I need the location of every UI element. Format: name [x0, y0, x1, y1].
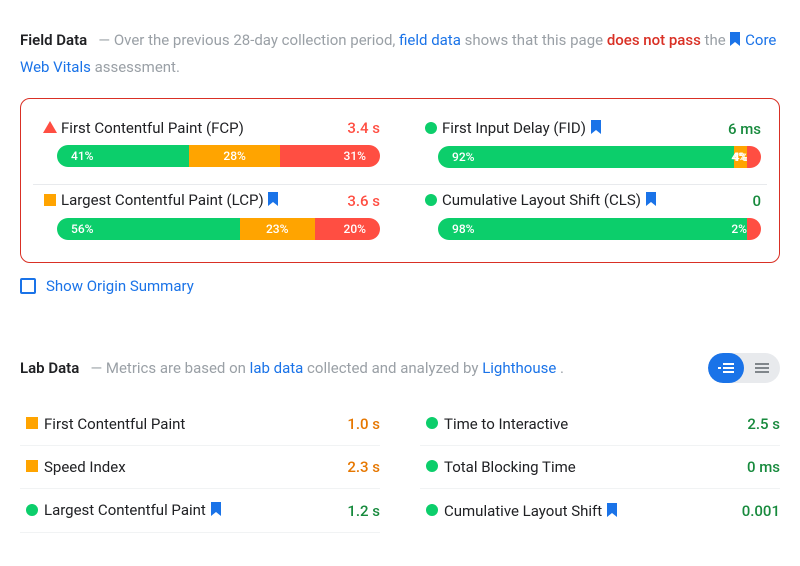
field-metric-name: First Contentful Paint (FCP): [61, 119, 347, 137]
bookmark-icon: [267, 192, 279, 210]
field-data-title: Field Data: [20, 31, 87, 49]
dist-good: 56%: [57, 218, 240, 240]
lab-metric: Time to Interactive2.5 s: [420, 403, 780, 446]
lab-metric: First Contentful Paint1.0 s: [20, 403, 380, 446]
square-orange-icon: [44, 194, 56, 206]
show-origin-summary[interactable]: Show Origin Summary: [20, 277, 780, 295]
lab-metric: Cumulative Layout Shift 0.001: [420, 489, 780, 533]
dist-poor: 2%: [747, 218, 761, 240]
circle-green-icon: [426, 504, 438, 516]
square-orange-icon: [26, 460, 38, 472]
view-detail-icon[interactable]: [708, 353, 744, 383]
field-metric-value: 0: [752, 192, 761, 210]
circle-green-icon: [425, 194, 437, 206]
lab-metric-value: 0.001: [742, 502, 780, 520]
field-metric: Cumulative Layout Shift (CLS) 0 98%2%: [420, 185, 761, 256]
dist-good: 92%: [438, 146, 734, 168]
bookmark-icon: [590, 120, 602, 138]
lab-metric-name: First Contentful Paint: [44, 415, 347, 433]
lab-metric-value: 0 ms: [747, 458, 780, 476]
checkbox-icon[interactable]: [20, 278, 36, 294]
bookmark-icon: [210, 502, 222, 520]
distribution-bar: 41%28%31%: [57, 145, 380, 167]
dist-improve: 28%: [189, 145, 279, 167]
lab-metric-name: Time to Interactive: [444, 415, 747, 433]
dist-poor: 4%: [747, 146, 761, 168]
distribution-bar: 92%4%4%: [438, 146, 761, 168]
field-fail-text: does not pass: [607, 31, 701, 49]
field-metric-value: 3.6 s: [347, 192, 380, 210]
field-metric-value: 6 ms: [728, 120, 761, 138]
lab-data-link[interactable]: lab data: [250, 359, 304, 377]
lab-metric: Total Blocking Time0 ms: [420, 446, 780, 489]
dist-improve: 23%: [240, 218, 315, 240]
square-orange-icon: [26, 417, 38, 429]
field-metric: First Input Delay (FID) 6 ms92%4%4%: [420, 113, 761, 184]
field-metric-value: 3.4 s: [347, 119, 380, 137]
circle-green-icon: [26, 504, 38, 516]
show-origin-summary-label: Show Origin Summary: [46, 277, 194, 295]
bookmark-icon: [645, 192, 657, 210]
circle-green-icon: [425, 122, 437, 134]
circle-green-icon: [426, 417, 438, 429]
dist-good: 98%: [438, 218, 747, 240]
lab-view-toggle[interactable]: [708, 353, 780, 383]
lab-metric-name: Total Blocking Time: [444, 458, 747, 476]
bookmark-icon: [729, 31, 741, 55]
field-data-header: Field Data — Over the previous 28-day co…: [20, 28, 780, 80]
lab-metric: Speed Index2.3 s: [20, 446, 380, 489]
distribution-bar: 98%2%: [438, 218, 761, 240]
field-metric-name: First Input Delay (FID): [442, 119, 728, 138]
field-metric: Largest Contentful Paint (LCP) 3.6 s56%2…: [39, 185, 380, 256]
field-metric-name: Cumulative Layout Shift (CLS): [442, 191, 752, 210]
lab-data-title: Lab Data: [20, 359, 79, 377]
bookmark-icon: [606, 503, 618, 521]
field-metric-name: Largest Contentful Paint (LCP): [61, 191, 347, 210]
lab-metric: Largest Contentful Paint 1.2 s: [20, 489, 380, 533]
distribution-bar: 56%23%20%: [57, 218, 380, 240]
dist-good: 41%: [57, 145, 189, 167]
lab-metric-value: 2.5 s: [747, 415, 780, 433]
lab-metric-name: Largest Contentful Paint: [44, 501, 347, 520]
circle-green-icon: [426, 460, 438, 472]
lab-metric-value: 1.2 s: [347, 502, 380, 520]
dist-poor: 31%: [280, 145, 380, 167]
lighthouse-link[interactable]: Lighthouse: [482, 359, 556, 377]
lab-metric-value: 1.0 s: [347, 415, 380, 433]
lab-metric-name: Cumulative Layout Shift: [444, 502, 742, 521]
lab-data-header: Lab Data — Metrics are based on lab data…: [20, 359, 564, 377]
dist-poor: 20%: [315, 218, 380, 240]
field-metrics-box: First Contentful Paint (FCP)3.4 s41%28%3…: [20, 98, 780, 263]
lab-data-section: Lab Data — Metrics are based on lab data…: [20, 353, 780, 533]
field-metric: First Contentful Paint (FCP)3.4 s 41%28%3…: [39, 113, 380, 184]
triangle-red-icon: [43, 121, 57, 133]
lab-metric-name: Speed Index: [44, 458, 347, 476]
lab-metric-value: 2.3 s: [347, 458, 380, 476]
field-data-link[interactable]: field data: [399, 31, 461, 49]
view-compact-icon[interactable]: [744, 353, 780, 383]
